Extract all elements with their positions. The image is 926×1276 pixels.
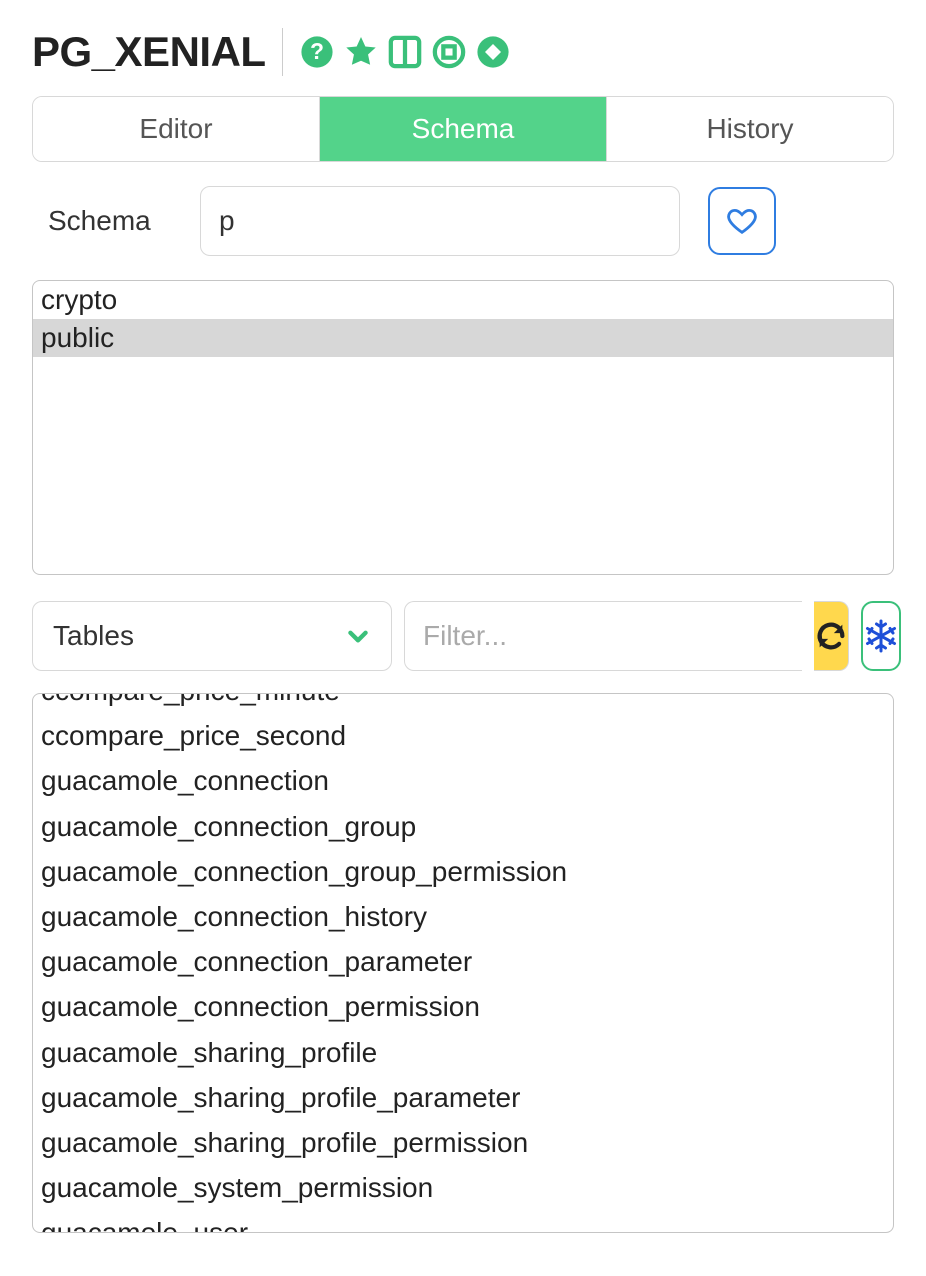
schema-listbox[interactable]: crypto public — [32, 280, 894, 575]
filter-input[interactable] — [404, 601, 802, 671]
tag-icon[interactable] — [475, 34, 511, 70]
chevron-down-icon — [345, 623, 371, 649]
refresh-icon — [814, 619, 848, 653]
tab-history[interactable]: History — [606, 97, 893, 161]
database-title: PG_XENIAL — [32, 28, 266, 76]
table-row[interactable]: guacamole_sharing_profile_parameter — [33, 1075, 893, 1120]
table-row[interactable]: guacamole_connection_history — [33, 894, 893, 939]
schema-label: Schema — [32, 205, 172, 237]
schema-field-row: Schema — [32, 186, 894, 256]
freeze-button[interactable] — [861, 601, 901, 671]
schema-option-crypto[interactable]: crypto — [33, 281, 893, 319]
tab-bar: Editor Schema History — [32, 96, 894, 162]
heart-icon — [725, 204, 759, 238]
table-row[interactable]: guacamole_connection — [33, 758, 893, 803]
schema-option-public[interactable]: public — [33, 319, 893, 357]
table-row[interactable]: guacamole_connection_group — [33, 804, 893, 849]
layout-columns-icon[interactable] — [387, 34, 423, 70]
table-row[interactable]: guacamole_sharing_profile — [33, 1030, 893, 1075]
tab-schema[interactable]: Schema — [319, 97, 606, 161]
snowflake-icon — [863, 618, 899, 654]
object-type-label: Tables — [53, 620, 134, 652]
refresh-button[interactable] — [814, 601, 849, 671]
table-row[interactable]: guacamole_connection_group_permission — [33, 849, 893, 894]
tab-editor[interactable]: Editor — [33, 97, 319, 161]
table-row[interactable]: ccompare_price_minute — [33, 693, 893, 713]
header-icon-row: ? — [299, 34, 511, 70]
header: PG_XENIAL ? — [32, 28, 894, 76]
tables-listbox[interactable]: ccompare_price_minute ccompare_price_sec… — [32, 693, 894, 1233]
help-icon[interactable]: ? — [299, 34, 335, 70]
stop-circle-icon[interactable] — [431, 34, 467, 70]
table-row[interactable]: guacamole_connection_permission — [33, 984, 893, 1029]
star-icon[interactable] — [343, 34, 379, 70]
favorite-button[interactable] — [708, 187, 776, 255]
svg-text:?: ? — [310, 38, 324, 64]
divider — [282, 28, 283, 76]
object-type-select[interactable]: Tables — [32, 601, 392, 671]
schema-input[interactable] — [200, 186, 680, 256]
table-row[interactable]: ccompare_price_second — [33, 713, 893, 758]
table-row[interactable]: guacamole_user — [33, 1210, 893, 1233]
table-row[interactable]: guacamole_connection_parameter — [33, 939, 893, 984]
table-row[interactable]: guacamole_sharing_profile_permission — [33, 1120, 893, 1165]
toolbar: Tables — [32, 601, 894, 671]
table-row[interactable]: guacamole_system_permission — [33, 1165, 893, 1210]
